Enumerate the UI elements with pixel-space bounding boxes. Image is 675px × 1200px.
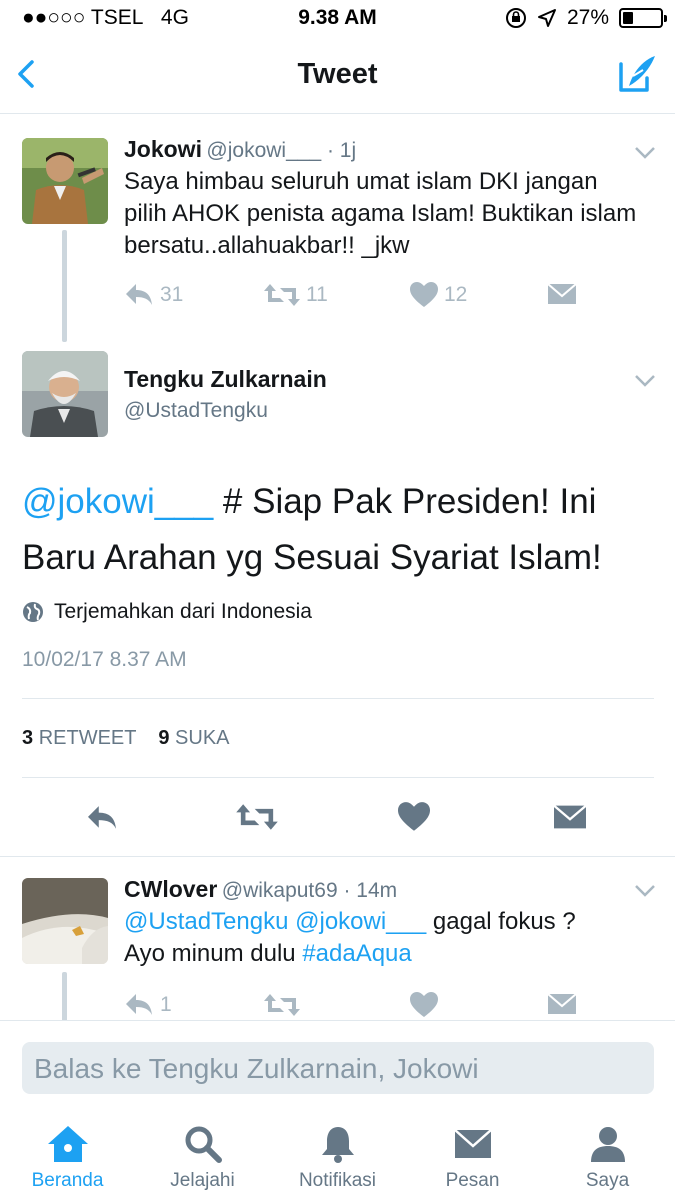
heart-icon — [410, 282, 438, 307]
mention-link[interactable]: @UstadTengku — [124, 908, 288, 935]
home-icon — [47, 1126, 88, 1162]
heart-icon[interactable] — [398, 802, 430, 832]
tweet-body: gagal fokus ? — [432, 908, 576, 935]
status-bar: ●●○○○ TSEL 4G 9.38 AM 27% — [0, 0, 675, 40]
envelope-icon[interactable] — [554, 803, 586, 831]
author-handle[interactable]: @UstadTengku — [124, 399, 327, 423]
tweet-text: Saya himbau seluruh umat islam DKI janga… — [124, 168, 637, 259]
like-number: 9 — [158, 727, 170, 749]
cwlover-avatar-image — [22, 878, 108, 964]
avatar[interactable] — [22, 138, 108, 224]
tab-label: Jelajahi — [170, 1170, 235, 1191]
dm-button[interactable] — [548, 992, 576, 1016]
retweet-icon[interactable] — [236, 802, 278, 832]
tab-bar: Beranda Jelajahi Notifikasi Pesan Saya — [0, 1116, 675, 1200]
tab-explore[interactable]: Jelajahi — [135, 1124, 270, 1192]
divider — [0, 856, 675, 857]
like-stat[interactable]: 9 SUKA — [158, 727, 229, 749]
author-name[interactable]: Jokowi — [124, 136, 202, 162]
dm-button[interactable] — [548, 282, 576, 306]
rotation-lock-icon — [505, 8, 526, 28]
mention-link[interactable]: @jokowi___ — [295, 908, 426, 935]
avatar[interactable] — [22, 351, 108, 437]
author-name[interactable]: Tengku Zulkarnain — [124, 366, 327, 393]
envelope-icon — [548, 993, 576, 1014]
heart-icon — [410, 992, 438, 1017]
author-handle[interactable]: @wikaput69 · 14m — [222, 879, 397, 902]
profile-icon — [590, 1127, 625, 1162]
reply-icon[interactable] — [84, 804, 120, 832]
tengku-avatar-image — [22, 351, 108, 437]
mention-link[interactable]: @jokowi___ — [22, 482, 213, 521]
retweet-stat[interactable]: 3 RETWEET — [22, 727, 136, 749]
tab-label: Saya — [585, 1170, 630, 1191]
translate-link[interactable]: Terjemahkan dari Indonesia — [22, 600, 312, 624]
retweet-number: 3 — [22, 727, 34, 749]
retweet-button[interactable] — [264, 992, 300, 1018]
reply-icon — [126, 284, 152, 305]
status-icons: 27% — [505, 6, 667, 30]
divider — [22, 777, 654, 778]
divider — [22, 698, 654, 699]
translate-label: Terjemahkan dari Indonesia — [54, 600, 312, 623]
engagement-stats: 3 RETWEET 9 SUKA — [22, 727, 230, 750]
battery-icon — [619, 8, 667, 28]
chevron-down-icon[interactable] — [634, 374, 656, 388]
envelope-icon — [453, 1129, 492, 1158]
battery-percent: 27% — [566, 6, 609, 29]
thread-line — [62, 230, 67, 342]
envelope-icon — [548, 283, 576, 304]
compose-tweet-icon[interactable] — [615, 52, 659, 96]
globe-icon — [23, 602, 43, 622]
chevron-down-icon[interactable] — [634, 146, 656, 160]
timestamp: 10/02/17 8.37 AM — [22, 648, 187, 671]
reply-icon — [126, 994, 152, 1015]
tab-label: Notifikasi — [298, 1170, 377, 1191]
tab-label: Pesan — [445, 1170, 500, 1191]
tab-messages[interactable]: Pesan — [405, 1124, 540, 1192]
tab-notifications[interactable]: Notifikasi — [270, 1124, 405, 1192]
retweet-icon — [264, 284, 300, 306]
reply-count: 31 — [160, 283, 184, 306]
reply-input[interactable]: Balas ke Tengku Zulkarnain, Jokowi — [22, 1042, 654, 1094]
tweet-text: @UstadTengku @jokowi___ gagal fokus ? Ay… — [124, 906, 644, 970]
like-count: 12 — [444, 283, 468, 306]
retweet-count: 11 — [306, 283, 328, 306]
hashtag-link[interactable]: #adaAqua — [302, 940, 411, 967]
avatar[interactable] — [22, 878, 108, 964]
nav-bar: Tweet — [0, 40, 675, 114]
retweet-icon — [264, 994, 300, 1016]
thread-line — [62, 972, 67, 1022]
jokowi-avatar-image — [22, 138, 108, 224]
like-button[interactable]: 12 — [410, 282, 467, 308]
location-icon — [537, 9, 556, 27]
search-icon — [185, 1126, 222, 1163]
retweet-button[interactable]: 11 — [264, 282, 328, 308]
tweet-text: @jokowi___ # Siap Pak Presiden! Ini Baru… — [22, 474, 652, 586]
tab-profile[interactable]: Saya — [540, 1124, 675, 1192]
tweet-body: Ayo minum dulu — [124, 940, 303, 967]
like-stat-label: SUKA — [175, 727, 230, 749]
chevron-down-icon[interactable] — [634, 884, 656, 898]
bell-icon — [321, 1127, 354, 1163]
reply-button[interactable]: 31 — [124, 282, 183, 308]
like-button[interactable] — [410, 992, 438, 1018]
tab-home[interactable]: Beranda — [0, 1124, 135, 1192]
author-handle[interactable]: @jokowi___ · 1j — [206, 139, 356, 162]
retweet-stat-label: RETWEET — [38, 727, 137, 749]
tab-label: Beranda — [31, 1170, 104, 1191]
reply-button[interactable]: 1 — [124, 992, 172, 1018]
page-title: Tweet — [297, 58, 378, 90]
reply-count: 1 — [160, 993, 172, 1016]
author-name[interactable]: CWlover — [124, 876, 217, 902]
